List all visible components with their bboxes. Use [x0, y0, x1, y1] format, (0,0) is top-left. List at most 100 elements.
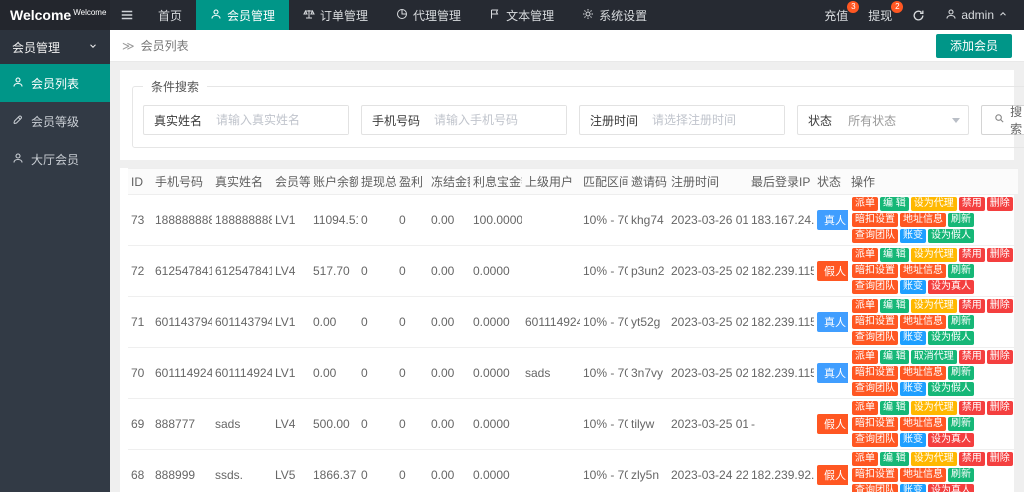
address-info-button[interactable]: 地址信息 [900, 468, 946, 482]
nav-text-management[interactable]: 文本管理 [475, 0, 568, 30]
dispatch-button[interactable]: 派单 [852, 248, 878, 262]
cancel-agent-button[interactable]: 取消代理 [911, 350, 957, 364]
disable-button[interactable]: 禁用 [959, 248, 985, 262]
admin-menu[interactable]: admin [945, 8, 1008, 23]
edit-button[interactable]: 编 辑 [880, 452, 909, 466]
cell-phone: 18888888888 [152, 195, 212, 246]
sidebar-item-member-list[interactable]: 会员列表 [0, 64, 110, 102]
set-agent-button[interactable]: 设为代理 [911, 299, 957, 313]
withdraw-link[interactable]: 提现 2 [868, 7, 892, 24]
delete-button[interactable]: 删除 [987, 197, 1013, 211]
cell-range: 10% - 70% [580, 450, 628, 492]
account-change-button[interactable]: 账变 [900, 382, 926, 396]
phone-input[interactable] [428, 106, 566, 134]
delete-button[interactable]: 删除 [987, 299, 1013, 313]
search-button[interactable]: 搜 索 [981, 105, 1024, 135]
add-member-button[interactable]: 添加会员 [936, 34, 1012, 58]
dispatch-button[interactable]: 派单 [852, 401, 878, 415]
set-real-button[interactable]: 设为真人 [928, 433, 974, 447]
nav-order-management[interactable]: 订单管理 [289, 0, 382, 30]
edit-button[interactable]: 编 辑 [880, 248, 909, 262]
delete-button[interactable]: 删除 [987, 350, 1013, 364]
sidebar-item-member-level[interactable]: 会员等级 [0, 102, 110, 140]
dispatch-button[interactable]: 派单 [852, 299, 878, 313]
hidden-deduction-settings-button[interactable]: 暗扣设置 [852, 366, 898, 380]
dispatch-button[interactable]: 派单 [852, 197, 878, 211]
set-fake-button[interactable]: 设为假人 [928, 331, 974, 345]
dispatch-button[interactable]: 派单 [852, 452, 878, 466]
set-real-button[interactable]: 设为真人 [928, 280, 974, 294]
refresh-button[interactable]: 刷新 [948, 213, 974, 227]
refresh-button[interactable]: 刷新 [948, 264, 974, 278]
status-badge[interactable]: 真人 [817, 363, 848, 383]
sidebar-item-hall-member[interactable]: 大厅会员 [0, 140, 110, 178]
hidden-deduction-settings-button[interactable]: 暗扣设置 [852, 417, 898, 431]
address-info-button[interactable]: 地址信息 [900, 366, 946, 380]
account-change-button[interactable]: 账变 [900, 484, 926, 492]
account-change-button[interactable]: 账变 [900, 229, 926, 243]
set-agent-button[interactable]: 设为代理 [911, 401, 957, 415]
nav-member-management[interactable]: 会员管理 [196, 0, 289, 30]
account-change-button[interactable]: 账变 [900, 331, 926, 345]
address-info-button[interactable]: 地址信息 [900, 417, 946, 431]
set-real-button[interactable]: 设为真人 [928, 484, 974, 492]
disable-button[interactable]: 禁用 [959, 197, 985, 211]
member-table-card: ID手机号码真实姓名会员等级账户余额提现总额盈利冻结金额利息宝金额上级用户匹配区… [120, 168, 1014, 492]
status-badge[interactable]: 假人 [817, 414, 848, 434]
cell-name: 60114379491 [212, 297, 272, 348]
set-fake-button[interactable]: 设为假人 [928, 229, 974, 243]
disable-button[interactable]: 禁用 [959, 350, 985, 364]
edit-button[interactable]: 编 辑 [880, 197, 909, 211]
address-info-button[interactable]: 地址信息 [900, 315, 946, 329]
status-badge[interactable]: 假人 [817, 465, 848, 485]
menu-toggle-icon[interactable] [110, 0, 144, 30]
refresh-button[interactable]: 刷新 [948, 366, 974, 380]
nav-system-settings[interactable]: 系统设置 [568, 0, 661, 30]
hidden-deduction-settings-button[interactable]: 暗扣设置 [852, 468, 898, 482]
refresh-button[interactable]: 刷新 [948, 468, 974, 482]
status-badge[interactable]: 真人 [817, 210, 848, 230]
status-select[interactable]: 所有状态 [840, 106, 968, 134]
hidden-deduction-settings-button[interactable]: 暗扣设置 [852, 315, 898, 329]
set-agent-button[interactable]: 设为代理 [911, 248, 957, 262]
status-badge[interactable]: 真人 [817, 312, 848, 332]
row-actions: 派单编 辑设为代理禁用删除暗扣设置地址信息刷新查询团队账变设为真人 [848, 246, 1018, 297]
refresh-button[interactable]: 刷新 [948, 315, 974, 329]
dispatch-button[interactable]: 派单 [852, 350, 878, 364]
hidden-deduction-settings-button[interactable]: 暗扣设置 [852, 264, 898, 278]
set-agent-button[interactable]: 设为代理 [911, 197, 957, 211]
set-agent-button[interactable]: 设为代理 [911, 452, 957, 466]
query-team-button[interactable]: 查询团队 [852, 280, 898, 294]
delete-button[interactable]: 删除 [987, 248, 1013, 262]
cell-withdraw-total: 0 [358, 195, 396, 246]
edit-button[interactable]: 编 辑 [880, 401, 909, 415]
query-team-button[interactable]: 查询团队 [852, 382, 898, 396]
edit-button[interactable]: 编 辑 [880, 299, 909, 313]
disable-button[interactable]: 禁用 [959, 299, 985, 313]
refresh-button[interactable]: 刷新 [948, 417, 974, 431]
status-badge[interactable]: 假人 [817, 261, 848, 281]
real-name-input[interactable] [210, 106, 348, 134]
account-change-button[interactable]: 账变 [900, 433, 926, 447]
set-fake-button[interactable]: 设为假人 [928, 382, 974, 396]
query-team-button[interactable]: 查询团队 [852, 484, 898, 492]
query-team-button[interactable]: 查询团队 [852, 331, 898, 345]
recharge-link[interactable]: 充值 3 [824, 7, 848, 24]
refresh-icon[interactable] [912, 9, 925, 22]
row-actions: 派单编 辑设为代理禁用删除暗扣设置地址信息刷新查询团队账变设为真人 [848, 450, 1018, 492]
disable-button[interactable]: 禁用 [959, 401, 985, 415]
disable-button[interactable]: 禁用 [959, 452, 985, 466]
edit-button[interactable]: 编 辑 [880, 350, 909, 364]
sidebar-group-member-management[interactable]: 会员管理 [0, 30, 110, 64]
delete-button[interactable]: 删除 [987, 401, 1013, 415]
address-info-button[interactable]: 地址信息 [900, 264, 946, 278]
nav-agent-management[interactable]: 代理管理 [382, 0, 475, 30]
nav-home[interactable]: 首页 [144, 0, 196, 30]
hidden-deduction-settings-button[interactable]: 暗扣设置 [852, 213, 898, 227]
register-time-input[interactable] [646, 106, 784, 134]
delete-button[interactable]: 删除 [987, 452, 1013, 466]
address-info-button[interactable]: 地址信息 [900, 213, 946, 227]
query-team-button[interactable]: 查询团队 [852, 433, 898, 447]
account-change-button[interactable]: 账变 [900, 280, 926, 294]
query-team-button[interactable]: 查询团队 [852, 229, 898, 243]
